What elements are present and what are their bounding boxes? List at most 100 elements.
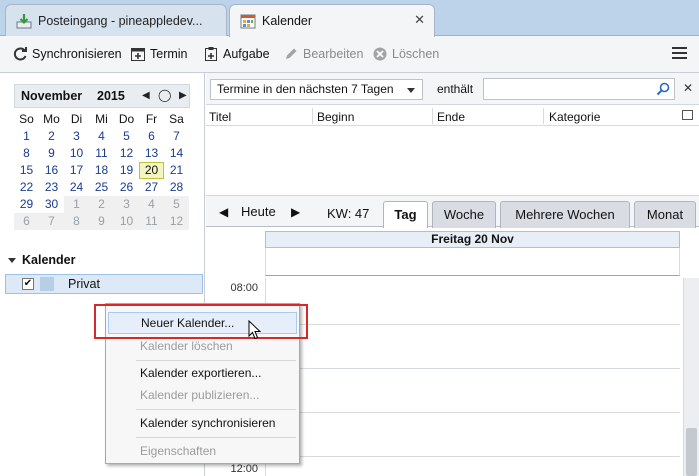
mini-month-day[interactable]: 24	[64, 179, 89, 196]
hour-label-0800: 08:00	[230, 282, 258, 294]
delete-label: Löschen	[392, 47, 440, 61]
menu-separator	[136, 409, 296, 410]
mini-month-day[interactable]: 20	[139, 162, 164, 179]
mini-month-day[interactable]: 26	[114, 179, 139, 196]
column-end[interactable]: Ende	[437, 110, 465, 124]
mini-month-day[interactable]: 29	[14, 196, 39, 213]
tab-multiweek-view[interactable]: Mehrere Wochen	[500, 201, 630, 228]
next-month-icon[interactable]: ▶	[179, 90, 187, 101]
tab-week-view[interactable]: Woche	[432, 201, 496, 228]
mini-month-day[interactable]: 4	[139, 196, 164, 213]
mini-month-day[interactable]: 6	[14, 213, 39, 230]
mini-month-day[interactable]: 18	[89, 162, 114, 179]
mini-month-day[interactable]: 8	[14, 145, 39, 162]
mini-month-day[interactable]: 8	[64, 213, 89, 230]
event-search-input[interactable]	[483, 78, 675, 100]
close-filter-icon[interactable]: ✕	[683, 81, 693, 95]
new-task-icon	[203, 46, 219, 62]
mini-month-day[interactable]: 23	[39, 179, 64, 196]
new-event-button[interactable]: Termin	[130, 45, 188, 63]
mini-month-day[interactable]: 21	[164, 162, 189, 179]
event-filter-bar: Termine in den nächsten 7 Tagen enthält …	[206, 73, 699, 105]
menu-item-delete-calendar[interactable]: Kalender löschen	[108, 336, 297, 358]
column-start[interactable]: Beginn	[317, 110, 354, 124]
previous-month-icon[interactable]: ◀	[142, 90, 150, 101]
menu-item-properties[interactable]: Eigenschaften	[108, 441, 297, 463]
mini-month-month[interactable]: November	[21, 89, 82, 103]
calendar-enabled-checkbox[interactable]: ✔	[22, 278, 34, 290]
mini-month-day[interactable]: 1	[64, 196, 89, 213]
mini-month-day[interactable]: 10	[64, 145, 89, 162]
mini-month-day[interactable]: 3	[64, 128, 89, 145]
mini-month-day[interactable]: 7	[164, 128, 189, 145]
tab-inbox[interactable]: Posteingang - pineappledev...	[5, 4, 227, 36]
mini-month-year[interactable]: 2015	[97, 89, 125, 103]
tab-calendar[interactable]: Kalender ✕	[229, 4, 435, 37]
day-header[interactable]: Freitag 20 Nov	[265, 231, 680, 248]
column-category[interactable]: Kategorie	[549, 110, 600, 124]
menu-item-sync-calendar[interactable]: Kalender synchronisieren	[108, 413, 297, 435]
mini-month-day[interactable]: 1	[14, 128, 39, 145]
today-circle-icon[interactable]: ◯	[158, 88, 171, 102]
new-task-button[interactable]: Aufgabe	[203, 45, 270, 63]
event-filter-select[interactable]: Termine in den nächsten 7 Tagen	[210, 79, 423, 100]
menu-item-export-calendar[interactable]: Kalender exportieren...	[108, 363, 297, 385]
edit-button[interactable]: Bearbeiten	[283, 45, 363, 63]
synchronize-button[interactable]: Synchronisieren	[12, 45, 122, 63]
mini-month-day[interactable]: 10	[114, 213, 139, 230]
scrollbar-thumb[interactable]	[686, 428, 697, 476]
mini-month-day[interactable]: 4	[89, 128, 114, 145]
day-view-scrollbar[interactable]	[683, 278, 699, 476]
tab-month-view[interactable]: Monat	[634, 201, 696, 228]
mini-month-day[interactable]: 22	[14, 179, 39, 196]
mini-month-day[interactable]: 12	[114, 145, 139, 162]
mini-month-day[interactable]: 6	[139, 128, 164, 145]
delete-button[interactable]: Löschen	[372, 45, 439, 63]
collapse-triangle-icon[interactable]	[8, 257, 16, 263]
mini-month-day[interactable]: 28	[164, 179, 189, 196]
close-tab-icon[interactable]: ✕	[414, 12, 425, 28]
search-icon[interactable]	[656, 82, 670, 96]
column-title[interactable]: Titel	[209, 110, 231, 124]
mini-month-day[interactable]: 3	[114, 196, 139, 213]
mini-month-day[interactable]: 7	[39, 213, 64, 230]
half-hour-line	[265, 324, 680, 325]
mini-month-day[interactable]: 27	[139, 179, 164, 196]
mini-month-day[interactable]: 5	[164, 196, 189, 213]
mini-month-grid: So Mo Di Mi Do Fr Sa 1 2 3 4 5 6 7 8 9 10 11 12 13 14 15 16 17 1…	[14, 111, 190, 230]
menu-separator	[136, 360, 296, 361]
calendar-item-privat[interactable]: ✔ Privat	[5, 274, 203, 294]
mini-month-day[interactable]: 2	[39, 128, 64, 145]
mini-month-day[interactable]: 12	[164, 213, 189, 230]
mini-month-day[interactable]: 9	[39, 145, 64, 162]
pencil-icon	[283, 46, 299, 62]
menu-item-publish-calendar[interactable]: Kalender publizieren...	[108, 385, 297, 407]
synchronize-label: Synchronisieren	[32, 47, 122, 61]
tab-day-view[interactable]: Tag	[383, 201, 428, 229]
mini-month-day[interactable]: 5	[114, 128, 139, 145]
new-task-label: Aufgabe	[223, 47, 270, 61]
column-picker-icon[interactable]	[682, 110, 693, 120]
mini-month-calendar: November 2015 ◀ ◯ ▶ So Mo Di Mi Do Fr Sa 1 2 3 4 5 6…	[14, 84, 190, 230]
mini-month-day[interactable]: 25	[89, 179, 114, 196]
mini-month-day[interactable]: 15	[14, 162, 39, 179]
mini-month-day[interactable]: 11	[139, 213, 164, 230]
mini-month-day[interactable]: 17	[64, 162, 89, 179]
mini-month-day[interactable]: 19	[114, 162, 139, 179]
all-day-area[interactable]	[265, 248, 680, 276]
column-divider	[432, 108, 433, 124]
calendar-list-header[interactable]: Kalender	[8, 253, 203, 267]
mini-month-day[interactable]: 14	[164, 145, 189, 162]
calendar-view-bar: ◀ Heute ▶ KW: 47 Tag Woche Mehrere Woche…	[206, 195, 699, 229]
mini-month-day[interactable]: 30	[39, 196, 64, 213]
previous-day-icon[interactable]: ◀	[219, 205, 228, 219]
mini-month-day[interactable]: 2	[89, 196, 114, 213]
today-button[interactable]: Heute	[241, 204, 276, 219]
mini-month-day[interactable]: 11	[89, 145, 114, 162]
next-day-icon[interactable]: ▶	[291, 205, 300, 219]
mini-month-day[interactable]: 16	[39, 162, 64, 179]
mini-month-day[interactable]: 13	[139, 145, 164, 162]
toolbar: Synchronisieren Termin Aufgabe Bearbeite…	[0, 36, 699, 73]
hamburger-menu-icon[interactable]	[672, 47, 687, 60]
mini-month-day[interactable]: 9	[89, 213, 114, 230]
